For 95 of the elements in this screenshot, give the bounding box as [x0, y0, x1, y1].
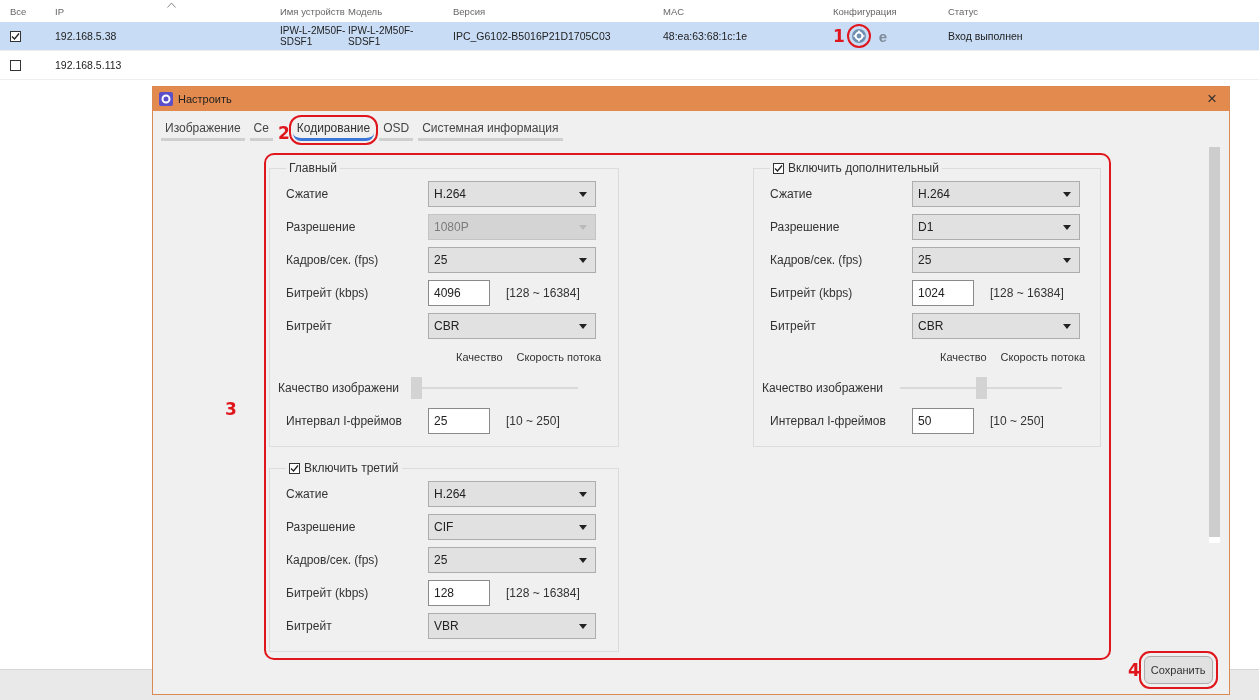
group-title: Главный [289, 161, 337, 175]
field-label: Кадров/сек. (fps) [286, 253, 380, 267]
dropdown-caret-icon [1063, 323, 1071, 329]
table-cell: IPW-L-2M50F-SDSF1 [348, 25, 414, 47]
dropdown[interactable]: D1 [912, 214, 1080, 240]
dropdown[interactable]: 25 [428, 247, 596, 273]
tab[interactable]: Системная информация [418, 119, 563, 141]
range-hint: [128 ~ 16384] [506, 286, 580, 300]
slider-caption: Скорость потока [516, 351, 602, 363]
dropdown-caret-icon [579, 557, 587, 563]
dropdown-caret-icon [579, 323, 587, 329]
column-header[interactable]: MAC [663, 5, 685, 17]
callout-number: 2 [277, 125, 290, 141]
field-label: Битрейт (kbps) [770, 286, 854, 300]
dropdown-caret-icon [1063, 191, 1071, 197]
input-field[interactable]: 4096 [428, 280, 490, 306]
dropdown[interactable]: CBR [912, 313, 1080, 339]
table-cell-text: Вход выполнен [948, 30, 1024, 42]
table-cell-text: 192.168.5.38 [55, 30, 118, 42]
dropdown[interactable]: CIF [428, 514, 596, 540]
checkbox[interactable] [10, 30, 21, 42]
range-hint: [128 ~ 16384] [506, 586, 580, 600]
field-label: Битрейт (kbps) [286, 586, 370, 600]
dropdown[interactable]: 25 [428, 547, 596, 573]
dropdown[interactable]: H.264 [912, 181, 1080, 207]
column-header[interactable]: Имя устройств [280, 5, 345, 17]
table-row[interactable]: 192.168.5.113 [0, 51, 1259, 80]
column-header[interactable]: Версия [453, 5, 486, 17]
group-title: Включить дополнительный [788, 161, 939, 175]
dropdown-caret-icon [1063, 257, 1071, 263]
tab[interactable]: Се [249, 119, 273, 141]
slider-thumb[interactable] [976, 377, 987, 399]
input-field[interactable]: 50 [912, 408, 974, 434]
scrollbar[interactable] [1209, 147, 1220, 543]
callout-number: 3 [225, 399, 237, 419]
slider-caption: Качество [456, 351, 503, 363]
field-label: Битрейт (kbps) [286, 286, 370, 300]
column-header[interactable]: Статус [948, 5, 979, 17]
dropdown[interactable]: VBR [428, 613, 596, 639]
checkbox[interactable] [10, 59, 21, 71]
field-label: Кадров/сек. (fps) [770, 253, 864, 267]
dropdown-caret-icon [1063, 224, 1071, 230]
table-cell: IPW-L-2M50F-SDSF1 [280, 25, 346, 47]
group-title: Включить третий [304, 461, 399, 475]
field-label: Битрейт [770, 319, 817, 333]
field-label: Кадров/сек. (fps) [286, 553, 380, 567]
field-label: Разрешение [770, 220, 841, 234]
input-field[interactable]: 25 [428, 408, 490, 434]
column-header[interactable]: Модель [348, 5, 383, 17]
column-header[interactable]: IP [55, 5, 64, 17]
range-hint: [10 ~ 250] [990, 414, 1044, 428]
field-label: Разрешение [286, 220, 357, 234]
dropdown-caret-icon [579, 623, 587, 629]
column-header[interactable]: Все [10, 5, 27, 17]
checkbox[interactable] [773, 162, 784, 174]
dropdown[interactable]: H.264 [428, 481, 596, 507]
field-label: Интервал I-фреймов [286, 414, 403, 428]
callout-number: 1 [833, 26, 845, 46]
field-label: Битрейт [286, 619, 333, 633]
tab[interactable]: OSD [379, 119, 414, 141]
app-icon [159, 92, 173, 106]
gear-icon[interactable] [850, 28, 867, 44]
field-label: Сжатие [286, 487, 330, 501]
table-cell-text: 48:ea:63:68:1c:1e [663, 30, 749, 42]
dropdown[interactable]: H.264 [428, 181, 596, 207]
table-cell-text: 192.168.5.113 [55, 59, 123, 71]
checkbox[interactable] [289, 462, 300, 474]
slider-thumb[interactable] [411, 377, 422, 399]
input-field[interactable]: 1024 [912, 280, 974, 306]
dropdown-caret-icon [579, 491, 587, 497]
column-header[interactable]: Конфигурация [833, 5, 897, 17]
slider-caption: Качество [940, 351, 987, 363]
field-label: Разрешение [286, 520, 357, 534]
input-field[interactable]: 128 [428, 580, 490, 606]
dropdown-caret-icon [579, 257, 587, 263]
table-cell-text: IPC_G6102-B5016P21D1705C03 [453, 30, 612, 42]
field-label: Качество изображени [762, 381, 885, 395]
dropdown-caret-icon [579, 224, 587, 230]
callout-number: 4 [1128, 660, 1140, 680]
dropdown[interactable]: 25 [912, 247, 1080, 273]
field-label: Качество изображени [278, 381, 401, 395]
field-label: Интервал I-фреймов [770, 414, 887, 428]
field-label: Сжатие [286, 187, 330, 201]
field-label: Битрейт [286, 319, 333, 333]
dropdown-caret-icon [579, 524, 587, 530]
table-row[interactable]: 192.168.5.38 IPW-L-2M50F-SDSF1 IPW-L-2M50F-SDSF1 IPC_G6102-B5016P21D1705C03 48:ea:63:68:1c:1e 1 e Вход выполнен [0, 22, 1259, 51]
dropdown[interactable]: CBR [428, 313, 596, 339]
field-label: Сжатие [770, 187, 814, 201]
range-hint: [128 ~ 16384] [990, 286, 1064, 300]
slider-caption: Скорость потока [1000, 351, 1086, 363]
dropdown-caret-icon [579, 191, 587, 197]
close-button[interactable]: × [1203, 89, 1221, 109]
tab[interactable]: Изображение [161, 119, 245, 141]
window-title: Настроить [178, 93, 233, 105]
range-hint: [10 ~ 250] [506, 414, 560, 428]
